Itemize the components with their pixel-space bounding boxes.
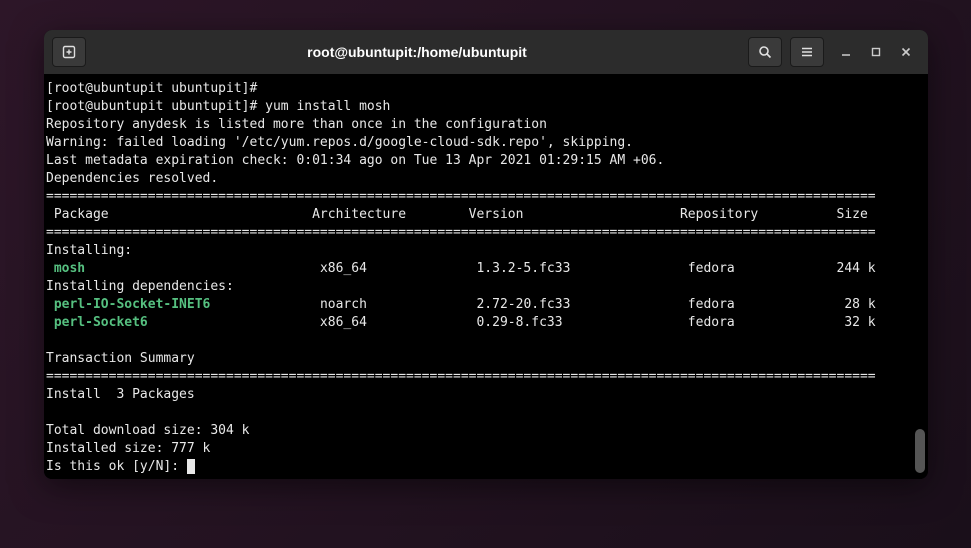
terminal-rule: ========================================… bbox=[46, 189, 876, 204]
section-header: Transaction Summary bbox=[46, 351, 195, 366]
table-header: Package Architecture Version Repository … bbox=[46, 207, 868, 222]
hamburger-icon bbox=[799, 44, 815, 60]
scrollbar-thumb[interactable] bbox=[915, 429, 925, 473]
search-icon bbox=[757, 44, 773, 60]
section-header: Installing: bbox=[46, 243, 132, 258]
terminal-line: [root@ubuntupit ubuntupit]# bbox=[46, 81, 257, 96]
terminal-line: Last metadata expiration check: 0:01:34 … bbox=[46, 153, 664, 168]
terminal-area[interactable]: [root@ubuntupit ubuntupit]# [root@ubuntu… bbox=[44, 74, 928, 479]
scrollbar-track[interactable] bbox=[915, 74, 927, 479]
titlebar: root@ubuntupit:/home/ubuntupit bbox=[44, 30, 928, 74]
window-title: root@ubuntupit:/home/ubuntupit bbox=[94, 44, 740, 60]
close-icon bbox=[900, 46, 912, 58]
terminal-output[interactable]: [root@ubuntupit ubuntupit]# [root@ubuntu… bbox=[44, 74, 928, 479]
terminal-line: Installed size: 777 k bbox=[46, 441, 210, 456]
package-row: x86_64 0.29-8.fc33 fedora 32 k bbox=[148, 315, 876, 330]
package-name: perl-Socket6 bbox=[54, 315, 148, 330]
minimize-button[interactable] bbox=[838, 44, 854, 60]
window-controls bbox=[832, 44, 920, 60]
terminal-line: [root@ubuntupit ubuntupit]# yum install … bbox=[46, 99, 390, 114]
menu-button[interactable] bbox=[790, 37, 824, 67]
package-name: perl-IO-Socket-INET6 bbox=[54, 297, 211, 312]
package-row: noarch 2.72-20.fc33 fedora 28 k bbox=[210, 297, 875, 312]
terminal-rule: ========================================… bbox=[46, 369, 876, 384]
terminal-line: Total download size: 304 k bbox=[46, 423, 250, 438]
terminal-line: Install 3 Packages bbox=[46, 387, 195, 402]
package-row: x86_64 1.3.2-5.fc33 fedora 244 k bbox=[85, 261, 876, 276]
maximize-button[interactable] bbox=[868, 44, 884, 60]
search-button[interactable] bbox=[748, 37, 782, 67]
terminal-line: Dependencies resolved. bbox=[46, 171, 218, 186]
new-tab-button[interactable] bbox=[52, 37, 86, 67]
close-button[interactable] bbox=[898, 44, 914, 60]
maximize-icon bbox=[870, 46, 882, 58]
terminal-line: Warning: failed loading '/etc/yum.repos.… bbox=[46, 135, 633, 150]
terminal-line: Repository anydesk is listed more than o… bbox=[46, 117, 547, 132]
terminal-window: root@ubuntupit:/home/ubuntupit bbox=[44, 30, 928, 479]
minimize-icon bbox=[840, 46, 852, 58]
terminal-rule: ========================================… bbox=[46, 225, 876, 240]
package-name: mosh bbox=[54, 261, 85, 276]
cursor bbox=[187, 459, 195, 474]
confirm-prompt: Is this ok [y/N]: bbox=[46, 459, 187, 474]
section-header: Installing dependencies: bbox=[46, 279, 234, 294]
